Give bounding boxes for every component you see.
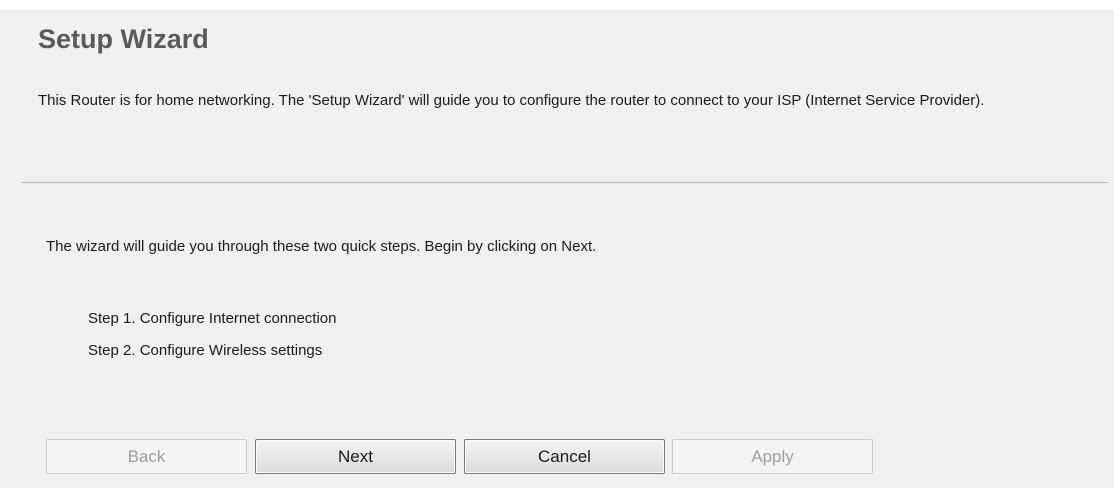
intro-text: This Router is for home networking. The … bbox=[38, 92, 985, 109]
setup-wizard-panel: Setup Wizard This Router is for home net… bbox=[0, 0, 1114, 488]
guide-text: The wizard will guide you through these … bbox=[46, 238, 597, 255]
next-button[interactable]: Next bbox=[255, 439, 456, 474]
steps-list: Step 1. Configure Internet connection St… bbox=[88, 308, 337, 372]
top-strip bbox=[0, 0, 1114, 10]
back-button[interactable]: Back bbox=[46, 439, 247, 474]
section-divider bbox=[22, 182, 1108, 183]
step-2: Step 2. Configure Wireless settings bbox=[88, 342, 323, 359]
apply-button[interactable]: Apply bbox=[672, 439, 873, 474]
page-title: Setup Wizard bbox=[38, 24, 209, 54]
cancel-button[interactable]: Cancel bbox=[464, 439, 665, 474]
step-1: Step 1. Configure Internet connection bbox=[88, 310, 337, 327]
